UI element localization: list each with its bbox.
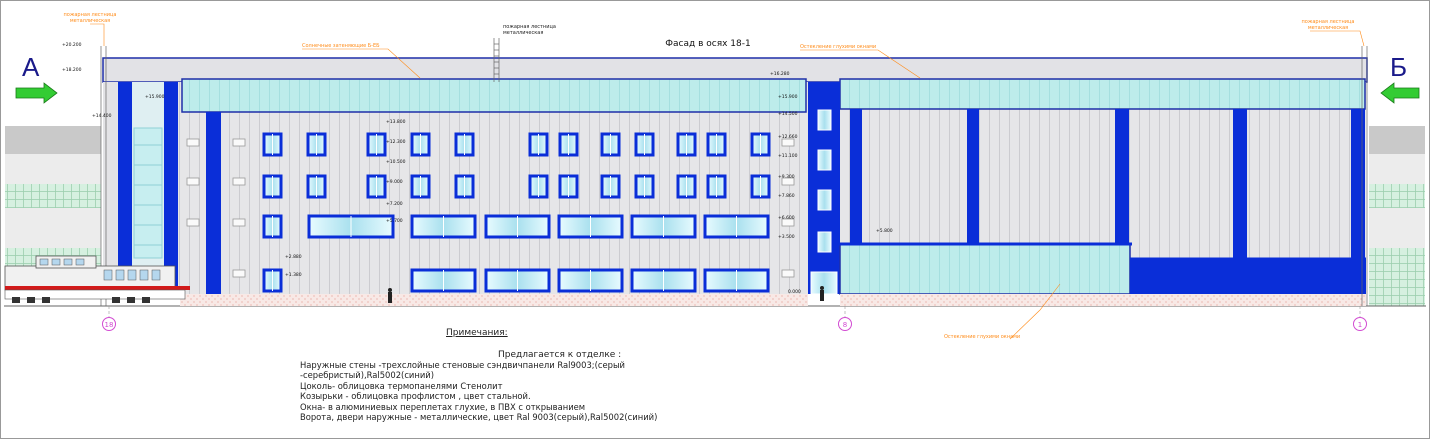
- elevation-mark: +9.300: [778, 174, 795, 180]
- elevation-mark: +5.800: [876, 228, 893, 234]
- note-line: -серебристый),Ral5002(синий): [300, 370, 434, 381]
- lower-glazing: [839, 243, 1131, 295]
- note-line: Цоколь- облицовка термопанелями Стенолит: [300, 380, 503, 391]
- callout-glazing-top: Остекление глухими окнами: [800, 44, 876, 50]
- callout-fire-ladder-right: металлическая: [1308, 25, 1348, 31]
- elevation-mark: +2.880: [285, 254, 302, 260]
- axis-label: 18: [105, 321, 114, 329]
- blue-pilaster: [967, 109, 979, 244]
- notes-heading: Примечания:: [446, 328, 508, 338]
- canopy-glazing-left: [181, 78, 807, 113]
- plinth: [840, 294, 1366, 306]
- drawing-title: Фасад в осях 18-1: [665, 39, 750, 49]
- note-line: Козырьки - облицовка профлистом , цвет с…: [300, 391, 531, 402]
- elevation-mark: +14.500: [778, 111, 798, 117]
- blue-pilaster: [206, 112, 221, 294]
- section-label-b: Б: [1390, 52, 1408, 82]
- canopy-glazing-right: [839, 78, 1366, 110]
- note-line: Окна- в алюминиевых переплетах глухие, в…: [300, 401, 586, 412]
- elevation-mark: +13.800: [386, 119, 406, 125]
- elevation-mark: +16.280: [770, 71, 790, 77]
- axis-label: 8: [843, 321, 847, 329]
- elevation-mark: +10.500: [386, 159, 406, 165]
- elevation-mark: +7.200: [386, 201, 403, 207]
- facade-drawing: 18 8 1 Фасад в осях 18-1 пожарная лестни…: [0, 0, 1430, 439]
- note-line: Наружные стены -трехслойные стеновые сэн…: [300, 360, 626, 370]
- notes-subheading: Предлагается к отделке :: [498, 350, 622, 360]
- elevation-mark: +1.380: [285, 272, 302, 278]
- elevation-mark: +11.100: [778, 153, 798, 159]
- elevation-mark: +15.900: [778, 94, 798, 100]
- axis-label: 1: [1358, 321, 1362, 329]
- elevation-mark: +7.860: [778, 193, 795, 199]
- blue-pilaster: [1233, 109, 1247, 259]
- stair-tower-middle: [808, 82, 840, 295]
- elevation-mark: +15.900: [145, 94, 165, 100]
- axis-markers: [108, 306, 1361, 318]
- gate-blue-panel: [1130, 259, 1366, 294]
- elevation-mark: +6.600: [778, 215, 795, 221]
- left-neighbour-building: [5, 126, 101, 276]
- elevation-mark: 0.000: [788, 289, 801, 295]
- elevation-mark: +18.200: [62, 67, 82, 73]
- elevation-mark: +12.660: [778, 134, 798, 140]
- arrow-b-icon: [1380, 82, 1420, 104]
- right-neighbour-building: [1369, 126, 1425, 306]
- note-line: Ворота, двери наружные - металлические, …: [300, 412, 658, 423]
- elevation-mark: +14.400: [92, 113, 112, 119]
- person-figure-icon: [388, 288, 392, 303]
- elevation-mark: +3.500: [778, 234, 795, 240]
- callout-fire-ladder-left: металлическая: [70, 18, 110, 24]
- blue-pilaster: [850, 109, 862, 244]
- blue-pilaster: [1115, 109, 1129, 244]
- elevation-mark: +12.300: [386, 139, 406, 145]
- callout-canopy: Солнечные затеняющие Б-ЕБ: [302, 43, 380, 49]
- arrow-a-icon: [15, 82, 58, 104]
- elevation-mark: +20.200: [62, 42, 82, 48]
- plinth: [180, 294, 808, 306]
- notes-list: Наружные стены -трехслойные стеновые сэн…: [300, 360, 657, 422]
- callout-fire-ladder-mid: металлическая: [503, 30, 543, 36]
- callout-glazing-bottom: Остекление глухими окнами: [944, 334, 1020, 340]
- stair-tower-left: [103, 82, 178, 294]
- person-figure-icon: [820, 286, 824, 301]
- elevation-mark: +5.700: [386, 218, 403, 224]
- blue-pilaster: [1351, 109, 1365, 259]
- section-label-a: А: [22, 52, 40, 82]
- elevation-mark: +9.000: [386, 179, 403, 185]
